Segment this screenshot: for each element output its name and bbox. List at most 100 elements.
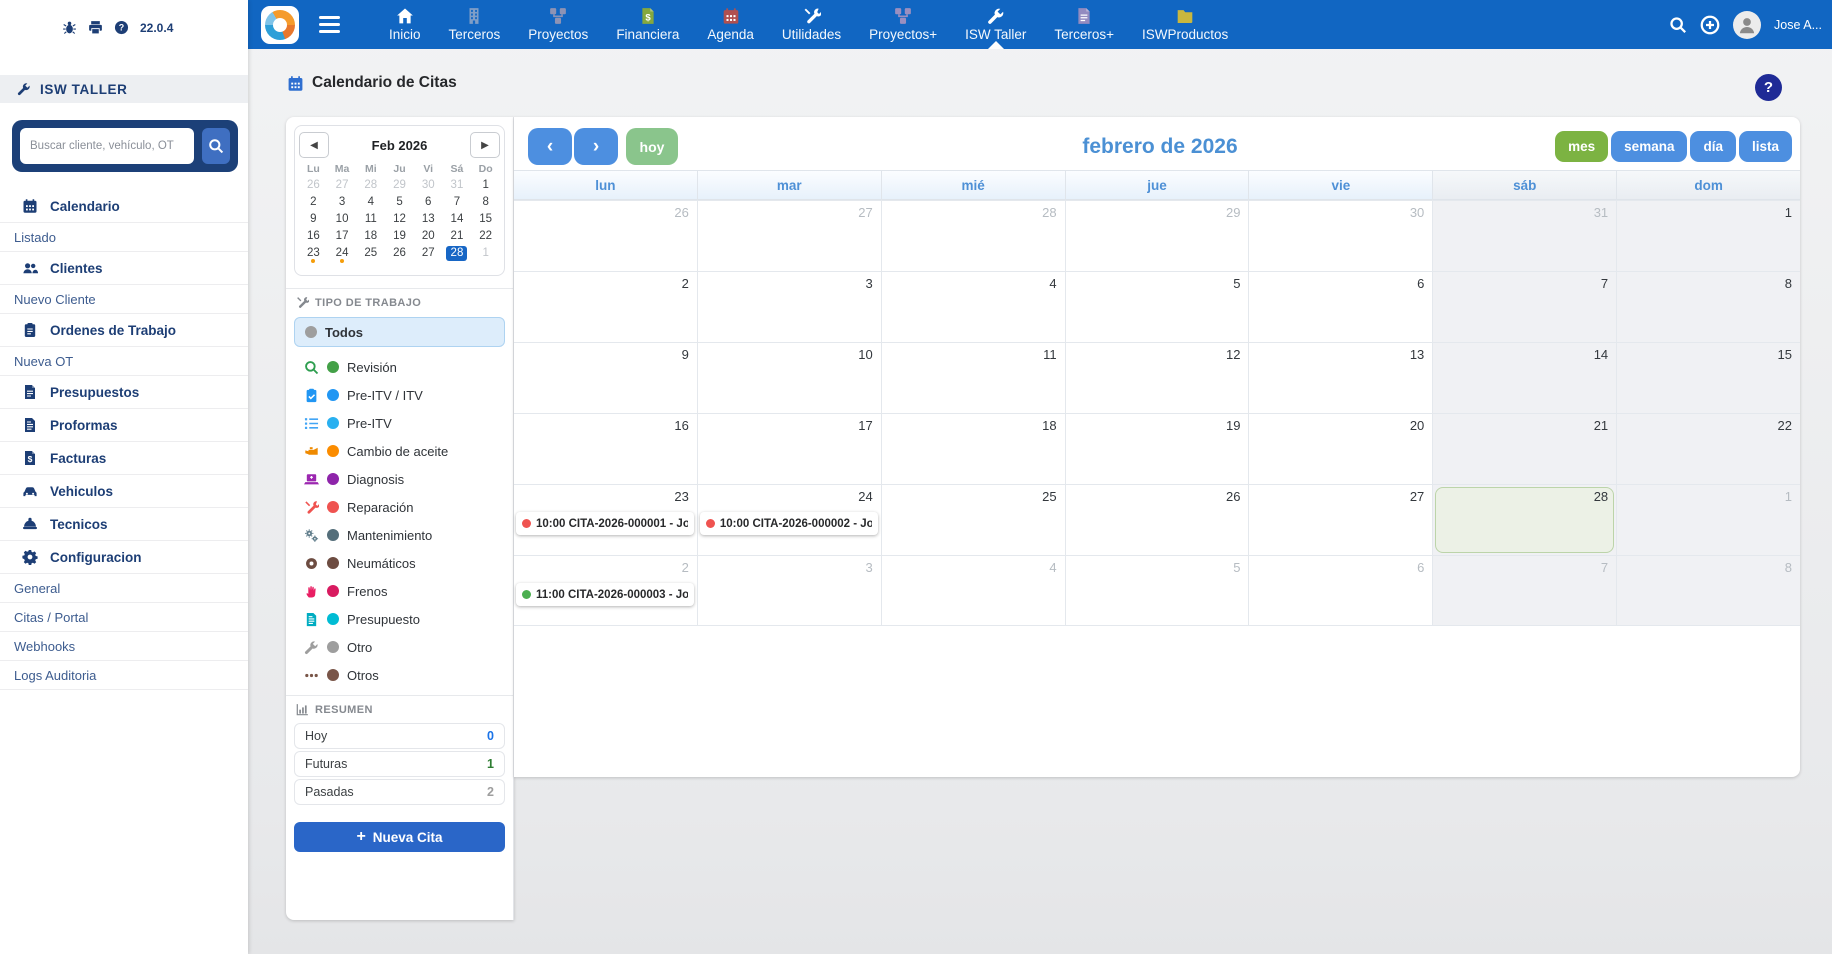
view-button-semana[interactable]: semana (1611, 131, 1688, 162)
mini-calendar-next-button[interactable]: ▶ (470, 132, 500, 158)
day-cell-1[interactable]: 1 (1616, 200, 1801, 271)
avatar[interactable] (1733, 10, 1762, 39)
worktype-filter-presupuesto[interactable]: Presupuesto (294, 605, 505, 633)
mini-calendar-day[interactable]: 26 (385, 245, 414, 262)
day-cell-26[interactable]: 26 (1064, 484, 1249, 555)
sidebar-item-calendario[interactable]: Calendario (0, 190, 248, 223)
day-cell-21[interactable]: 21 (1432, 413, 1617, 484)
sidebar-item-ordenes-de-trabajo[interactable]: Ordenes de Trabajo (0, 314, 248, 347)
search-icon[interactable] (1669, 16, 1687, 34)
mini-calendar-day[interactable]: 25 (356, 245, 385, 262)
mini-calendar-day[interactable]: 16 (299, 228, 328, 245)
bug-icon[interactable] (62, 20, 77, 35)
worktype-filter-diagnosis[interactable]: Diagnosis (294, 465, 505, 493)
nav-item-proyectos[interactable]: Proyectos (527, 0, 589, 49)
mini-calendar-day[interactable]: 7 (443, 194, 472, 211)
worktype-filter-todos[interactable]: Todos (294, 317, 505, 347)
hamburger-menu-icon[interactable] (319, 15, 340, 34)
mini-calendar-day[interactable]: 26 (299, 177, 328, 194)
help-button[interactable]: ? (1755, 74, 1782, 101)
mini-calendar-day[interactable]: 22 (471, 228, 500, 245)
nav-item-iswproductos[interactable]: ISWProductos (1141, 0, 1229, 49)
sidebar-item-nuevo-cliente[interactable]: Nuevo Cliente (0, 285, 248, 314)
nav-item-isw-taller[interactable]: ISW Taller (964, 0, 1027, 49)
sidebar-item-tecnicos[interactable]: Tecnicos (0, 508, 248, 541)
day-cell-8[interactable]: 8 (1616, 271, 1801, 342)
view-button-mes[interactable]: mes (1555, 131, 1609, 162)
day-cell-adjacent-4[interactable]: 4 (880, 555, 1065, 626)
day-cell-2[interactable]: 2 (514, 271, 697, 342)
day-cell-4[interactable]: 4 (880, 271, 1065, 342)
mini-calendar-day[interactable]: 28 (443, 245, 472, 262)
mini-calendar-day[interactable]: 23 (299, 245, 328, 263)
sidebar-item-logs-auditoria[interactable]: Logs Auditoria (0, 661, 248, 690)
mini-calendar-day[interactable]: 2 (299, 194, 328, 211)
day-cell-6[interactable]: 6 (1248, 271, 1433, 342)
day-cell-23[interactable]: 23 10:00 CITA-2026-000001 - Jo (514, 484, 697, 555)
mini-calendar-day[interactable]: 3 (328, 194, 357, 211)
day-cell-20[interactable]: 20 (1248, 413, 1433, 484)
mini-calendar-prev-button[interactable]: ◀ (299, 132, 329, 158)
day-cell-adjacent-5[interactable]: 5 (1064, 555, 1249, 626)
worktype-filter-neum-ticos[interactable]: Neumáticos (294, 549, 505, 577)
sidebar-item-citas-portal[interactable]: Citas / Portal (0, 603, 248, 632)
day-cell-16[interactable]: 16 (514, 413, 697, 484)
mini-calendar-day[interactable]: 21 (443, 228, 472, 245)
mini-calendar-day[interactable]: 11 (356, 211, 385, 228)
mini-calendar-day[interactable]: 31 (443, 177, 472, 194)
mini-calendar-day[interactable]: 28 (356, 177, 385, 194)
day-cell-adjacent-28[interactable]: 28 (880, 200, 1065, 271)
sidebar-item-presupuestos[interactable]: Presupuestos (0, 376, 248, 409)
day-cell-5[interactable]: 5 (1064, 271, 1249, 342)
day-cell-adjacent-3[interactable]: 3 (696, 555, 881, 626)
mini-calendar-day[interactable]: 20 (414, 228, 443, 245)
day-cell-11[interactable]: 11 (880, 342, 1065, 413)
day-cell-27[interactable]: 27 (1248, 484, 1433, 555)
day-cell-adjacent-7[interactable]: 7 (1432, 555, 1617, 626)
app-logo[interactable] (261, 5, 299, 44)
nav-item-terceros[interactable]: Terceros (448, 0, 502, 49)
help-circle-icon[interactable]: ? (114, 20, 129, 35)
day-cell-17[interactable]: 17 (696, 413, 881, 484)
user-name[interactable]: Jose A... (1774, 18, 1822, 32)
day-cell-28[interactable]: 28 (1432, 484, 1617, 555)
mini-calendar-day[interactable]: 30 (414, 177, 443, 194)
sidebar-item-general[interactable]: General (0, 574, 248, 603)
mini-calendar-day[interactable]: 27 (328, 177, 357, 194)
mini-calendar-day[interactable]: 10 (328, 211, 357, 228)
worktype-filter-mantenimiento[interactable]: Mantenimiento (294, 521, 505, 549)
day-cell-13[interactable]: 13 (1248, 342, 1433, 413)
mini-calendar-day[interactable]: 9 (299, 211, 328, 228)
mini-calendar-day[interactable]: 13 (414, 211, 443, 228)
mini-calendar-day[interactable]: 18 (356, 228, 385, 245)
nav-item-proyectos[interactable]: Proyectos+ (868, 0, 938, 49)
day-cell-adjacent-29[interactable]: 29 (1064, 200, 1249, 271)
mini-calendar-day[interactable]: 5 (385, 194, 414, 211)
nav-item-utilidades[interactable]: Utilidades (781, 0, 842, 49)
sidebar-item-configuracion[interactable]: Configuracion (0, 541, 248, 574)
mini-calendar-day[interactable]: 24 (328, 245, 357, 263)
mini-calendar-day[interactable]: 17 (328, 228, 357, 245)
day-cell-18[interactable]: 18 (880, 413, 1065, 484)
new-appointment-button[interactable]: + Nueva Cita (294, 822, 505, 852)
day-cell-adjacent-8[interactable]: 8 (1616, 555, 1801, 626)
mini-calendar-day[interactable]: 19 (385, 228, 414, 245)
nav-item-inicio[interactable]: Inicio (388, 0, 422, 49)
worktype-filter-revisi-n[interactable]: Revisión (294, 353, 505, 381)
sidebar-item-webhooks[interactable]: Webhooks (0, 632, 248, 661)
day-cell-24[interactable]: 24 10:00 CITA-2026-000002 - Jo (696, 484, 881, 555)
worktype-filter-otro[interactable]: Otro (294, 633, 505, 661)
mini-calendar-day[interactable]: 1 (471, 245, 500, 262)
mini-calendar-day[interactable]: 4 (356, 194, 385, 211)
day-cell-14[interactable]: 14 (1432, 342, 1617, 413)
worktype-filter-pre-itv-itv[interactable]: Pre-ITV / ITV (294, 381, 505, 409)
mini-calendar-day[interactable]: 14 (443, 211, 472, 228)
view-button-lista[interactable]: lista (1738, 131, 1792, 162)
printer-icon[interactable] (88, 20, 103, 35)
day-cell-adjacent-2[interactable]: 2 11:00 CITA-2026-000003 - Jo (514, 555, 697, 626)
mini-calendar-day[interactable]: 6 (414, 194, 443, 211)
day-cell-adjacent-1[interactable]: 1 (1616, 484, 1801, 555)
worktype-filter-frenos[interactable]: Frenos (294, 577, 505, 605)
search-input[interactable] (20, 128, 194, 164)
sidebar-item-facturas[interactable]: $ Facturas (0, 442, 248, 475)
